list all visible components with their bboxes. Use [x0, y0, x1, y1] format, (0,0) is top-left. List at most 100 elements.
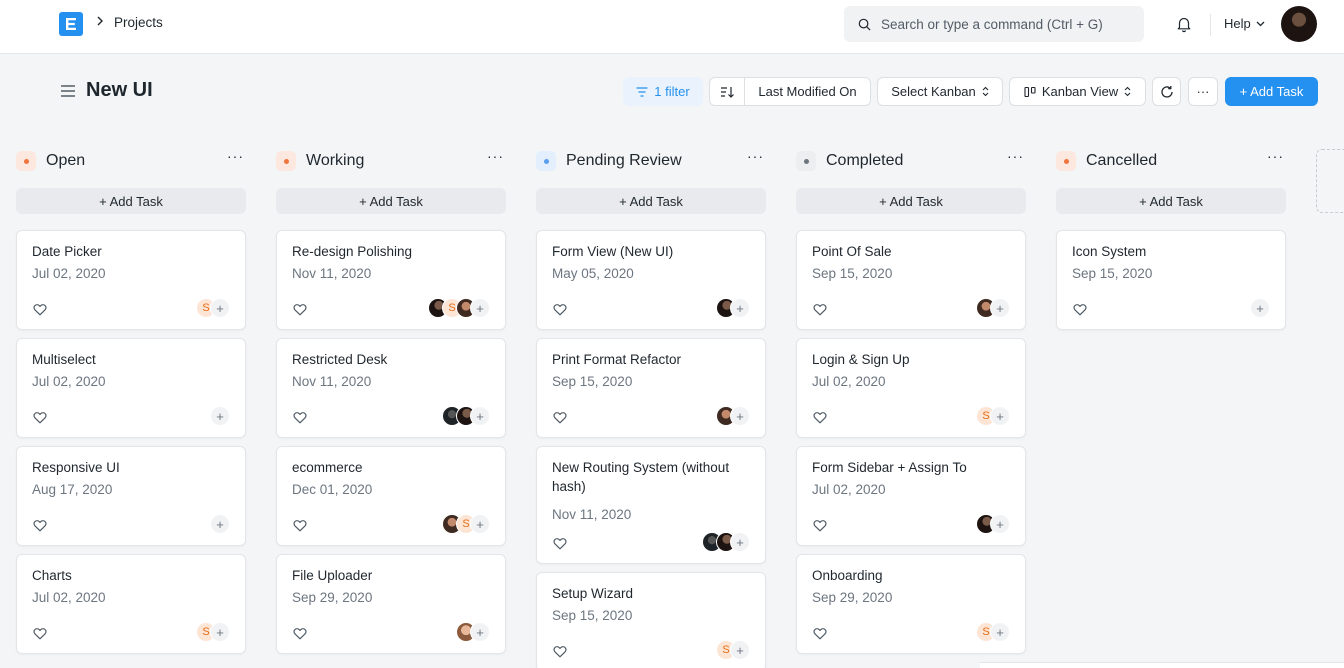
column-more-icon[interactable]: ··· [1007, 148, 1024, 164]
column-more-icon[interactable]: ··· [747, 148, 764, 164]
column-more-icon[interactable]: ··· [487, 148, 504, 164]
column-status-dot-icon[interactable] [276, 151, 296, 171]
sidebar-toggle-icon[interactable] [60, 84, 76, 101]
card-title: Print Format Refactor [552, 352, 682, 367]
add-assignee-plus-icon[interactable]: + [470, 514, 490, 534]
like-heart-icon[interactable] [813, 303, 827, 319]
like-heart-icon[interactable] [33, 627, 47, 643]
card-title: ecommerce [292, 460, 363, 475]
column-add-task-button[interactable]: + Add Task [276, 188, 506, 214]
task-card[interactable]: Onboarding Sep 29, 2020 S + [796, 554, 1026, 654]
navbar: Projects Help [0, 0, 1344, 54]
add-assignee-plus-icon[interactable]: + [990, 622, 1010, 642]
column-status-dot-icon[interactable] [796, 151, 816, 171]
app-logo[interactable] [59, 12, 83, 36]
task-card[interactable]: Charts Jul 02, 2020 S + [16, 554, 246, 654]
like-heart-icon[interactable] [293, 303, 307, 319]
task-card[interactable]: File Uploader Sep 29, 2020 + [276, 554, 506, 654]
user-avatar[interactable] [1281, 6, 1317, 42]
column-add-task-button[interactable]: + Add Task [796, 188, 1026, 214]
like-heart-icon[interactable] [553, 411, 567, 427]
column-add-task-button[interactable]: + Add Task [536, 188, 766, 214]
add-assignee-plus-icon[interactable]: + [470, 622, 490, 642]
like-heart-icon[interactable] [553, 303, 567, 319]
assignee-avatars: + [210, 514, 230, 534]
add-assignee-plus-icon[interactable]: + [990, 514, 1010, 534]
like-heart-icon[interactable] [33, 519, 47, 535]
task-card[interactable]: Multiselect Jul 02, 2020 + [16, 338, 246, 438]
task-card[interactable]: Re-design Polishing Nov 11, 2020 S + [276, 230, 506, 330]
view-switcher-dropdown[interactable]: Kanban View [1009, 77, 1146, 106]
task-card[interactable]: Icon System Sep 15, 2020 + [1056, 230, 1286, 330]
add-assignee-plus-icon[interactable]: + [730, 406, 750, 426]
task-card[interactable]: Form View (New UI) May 05, 2020 + [536, 230, 766, 330]
notification-bell-icon[interactable] [1175, 15, 1193, 36]
help-dropdown[interactable]: Help [1224, 16, 1265, 31]
add-assignee-plus-icon[interactable]: + [990, 406, 1010, 426]
add-assignee-plus-icon[interactable]: + [210, 514, 230, 534]
assignee-avatars: + [442, 406, 490, 426]
add-assignee-plus-icon[interactable]: + [470, 406, 490, 426]
like-heart-icon[interactable] [813, 411, 827, 427]
refresh-button[interactable] [1152, 77, 1181, 106]
like-heart-icon[interactable] [33, 303, 47, 319]
like-heart-icon[interactable] [553, 645, 567, 661]
like-heart-icon[interactable] [293, 519, 307, 535]
like-heart-icon[interactable] [813, 627, 827, 643]
card-date: Jul 02, 2020 [32, 374, 106, 389]
column-status-dot-icon[interactable] [16, 151, 36, 171]
add-column-placeholder[interactable] [1316, 149, 1344, 213]
task-card[interactable]: Responsive UI Aug 17, 2020 + [16, 446, 246, 546]
card-list: Re-design Polishing Nov 11, 2020 S + Restric… [276, 230, 506, 662]
add-task-button[interactable]: + Add Task [1225, 77, 1318, 106]
like-heart-icon[interactable] [293, 627, 307, 643]
like-heart-icon[interactable] [553, 537, 567, 553]
sort-order-button[interactable] [709, 77, 745, 106]
search-input[interactable] [881, 16, 1131, 32]
like-heart-icon[interactable] [813, 519, 827, 535]
select-kanban-dropdown[interactable]: Select Kanban [877, 77, 1003, 106]
kanban-column-completed: Completed ··· + Add Task Point Of Sale Sep 1… [796, 148, 1026, 654]
column-title: Pending Review [566, 152, 682, 169]
task-card[interactable]: Print Format Refactor Sep 15, 2020 + [536, 338, 766, 438]
filter-button[interactable]: 1 filter [623, 77, 703, 106]
search-bar[interactable] [844, 6, 1144, 42]
column-status-dot-icon[interactable] [1056, 151, 1076, 171]
task-card[interactable]: Date Picker Jul 02, 2020 S + [16, 230, 246, 330]
add-assignee-plus-icon[interactable]: + [990, 298, 1010, 318]
more-actions-button[interactable]: ··· [1188, 77, 1218, 106]
add-assignee-plus-icon[interactable]: + [210, 298, 230, 318]
add-assignee-plus-icon[interactable]: + [210, 622, 230, 642]
card-date: Sep 15, 2020 [552, 608, 633, 623]
like-heart-icon[interactable] [1073, 303, 1087, 319]
task-card[interactable]: Restricted Desk Nov 11, 2020 + [276, 338, 506, 438]
add-assignee-plus-icon[interactable]: + [730, 298, 750, 318]
add-assignee-plus-icon[interactable]: + [470, 298, 490, 318]
breadcrumb-projects[interactable]: Projects [114, 15, 163, 30]
like-heart-icon[interactable] [33, 411, 47, 427]
task-card[interactable]: Form Sidebar + Assign To Jul 02, 2020 + [796, 446, 1026, 546]
refresh-icon [1160, 85, 1173, 98]
task-card[interactable]: Login & Sign Up Jul 02, 2020 S + [796, 338, 1026, 438]
column-status-dot-icon[interactable] [536, 151, 556, 171]
column-more-icon[interactable]: ··· [227, 148, 244, 164]
card-title: Responsive UI [32, 460, 120, 475]
card-date: Nov 11, 2020 [292, 374, 372, 389]
task-card[interactable]: ecommerce Dec 01, 2020 S + [276, 446, 506, 546]
add-assignee-plus-icon[interactable]: + [730, 532, 750, 552]
column-add-task-button[interactable]: + Add Task [16, 188, 246, 214]
column-add-task-button[interactable]: + Add Task [1056, 188, 1286, 214]
like-heart-icon[interactable] [293, 411, 307, 427]
add-assignee-plus-icon[interactable]: + [1250, 298, 1270, 318]
add-assignee-plus-icon[interactable]: + [210, 406, 230, 426]
task-card[interactable]: Setup Wizard Sep 15, 2020 S + [536, 572, 766, 668]
add-assignee-plus-icon[interactable]: + [730, 640, 750, 660]
task-card[interactable]: Point Of Sale Sep 15, 2020 + [796, 230, 1026, 330]
card-date: Dec 01, 2020 [292, 482, 373, 497]
help-label: Help [1224, 16, 1251, 31]
kanban-column-cancelled: Cancelled ··· + Add Task Icon System Sep 15,… [1056, 148, 1286, 330]
task-card[interactable]: New Routing System (without hash) Nov 11,… [536, 446, 766, 564]
sort-by-button[interactable]: Last Modified On [744, 77, 871, 106]
breadcrumb-chevron-icon [96, 15, 104, 29]
column-more-icon[interactable]: ··· [1267, 148, 1284, 164]
